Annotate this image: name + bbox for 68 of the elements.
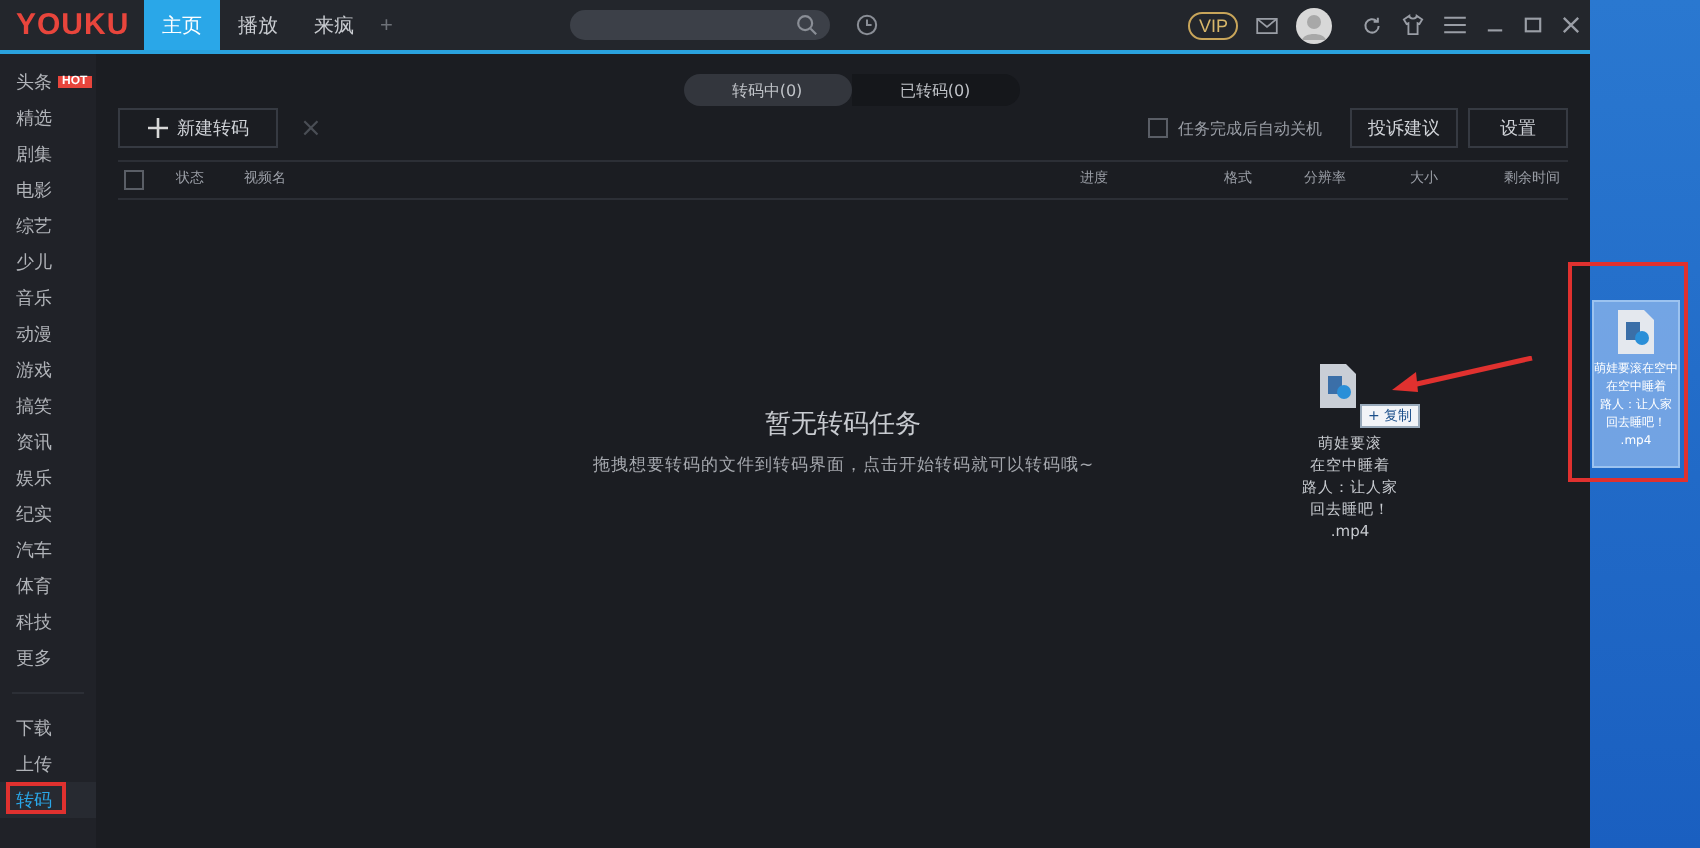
search-field[interactable] (570, 10, 831, 40)
video-file-icon (1618, 310, 1654, 354)
sidebar-item-label: 上传 (16, 753, 52, 777)
sidebar-item[interactable]: 精选 (0, 100, 96, 136)
sidebar-item[interactable]: 汽车 (0, 532, 96, 568)
sidebar-item[interactable]: 游戏 (0, 352, 96, 388)
sidebar-item-label: 动漫 (16, 323, 52, 347)
sidebar-item[interactable]: 搞笑 (0, 388, 96, 424)
sidebar-item-label: 音乐 (16, 287, 52, 311)
sidebar-item[interactable]: 科技 (0, 604, 96, 640)
mail-icon[interactable] (1256, 17, 1278, 33)
plus-icon (147, 118, 167, 138)
nav-tab[interactable]: 来疯 (296, 0, 372, 50)
sidebar-item-label: 头条 (16, 71, 52, 95)
sidebar-item[interactable]: 综艺 (0, 208, 96, 244)
toolbar-button[interactable]: 投诉建议 (1350, 108, 1458, 148)
sidebar-item[interactable]: 剧集 (0, 136, 96, 172)
sidebar-item-label: 转码 (16, 789, 52, 813)
search-icon[interactable] (796, 14, 819, 36)
sidebar-item[interactable]: 纪实 (0, 496, 96, 532)
sidebar-item[interactable]: 少儿 (0, 244, 96, 280)
auto-shutdown-label: 任务完成后自动关机 (1178, 117, 1322, 139)
avatar-icon[interactable] (1296, 7, 1332, 43)
sidebar-item[interactable]: 上传 (0, 746, 96, 782)
segment-tab[interactable]: 已转码(0) (851, 74, 1019, 106)
sidebar-item-label: 剧集 (16, 143, 52, 167)
refresh-icon[interactable] (1362, 15, 1382, 35)
checkbox[interactable] (1148, 118, 1168, 138)
sidebar-item[interactable]: 娱乐 (0, 460, 96, 496)
youku-logo: YOUKU (14, 8, 132, 42)
sidebar-item-label: 汽车 (16, 539, 52, 563)
toolbar-button[interactable]: 设置 (1468, 108, 1568, 148)
sidebar-item-label: 下载 (16, 717, 52, 741)
sidebar-item[interactable]: 电影 (0, 172, 96, 208)
vip-badge[interactable]: VIP (1188, 11, 1238, 39)
sidebar-item-label: 娱乐 (16, 467, 52, 491)
sidebar-item-label: 科技 (16, 611, 52, 635)
close-icon[interactable] (1562, 16, 1580, 34)
empty-title: 暂无转码任务 (765, 408, 921, 442)
select-all-checkbox[interactable] (124, 170, 144, 190)
sidebar-item[interactable]: 资讯 (0, 424, 96, 460)
empty-hint: 拖拽想要转码的文件到转码界面，点击开始转码就可以转码哦~ (592, 454, 1094, 478)
sidebar-item[interactable]: 动漫 (0, 316, 96, 352)
sidebar-item[interactable]: 下载 (0, 710, 96, 746)
sidebar-item-label: 综艺 (16, 215, 52, 239)
history-icon[interactable] (856, 14, 879, 36)
sidebar-item-label: 电影 (16, 179, 52, 203)
sidebar-item-label: 纪实 (16, 503, 52, 527)
sidebar-item-label: 精选 (16, 107, 52, 131)
sidebar-item-label: 体育 (16, 574, 52, 599)
nav-tab[interactable]: 播放 (220, 0, 296, 50)
video-file-icon (1320, 364, 1356, 408)
sidebar-item-label: 少儿 (16, 251, 52, 275)
shirt-icon[interactable] (1402, 14, 1424, 36)
sidebar-item[interactable]: 体育 (0, 568, 96, 604)
sidebar-item[interactable]: 更多 (0, 640, 96, 676)
segment-tab[interactable]: 转码中(0) (683, 74, 851, 106)
maximize-icon[interactable] (1524, 16, 1542, 34)
sidebar-item[interactable]: 音乐 (0, 280, 96, 316)
highlight-frame (6, 782, 66, 814)
arrow-drawing (1392, 356, 1536, 396)
sidebar-item-label: 更多 (16, 647, 52, 671)
sidebar-item-label: 资讯 (16, 431, 52, 455)
menu-icon[interactable] (1444, 16, 1466, 34)
sidebar-item[interactable]: 转码 (0, 782, 96, 818)
sidebar-item-label: 游戏 (16, 359, 52, 383)
sidebar-item-label: 搞笑 (16, 395, 52, 419)
new-transcode-button[interactable]: 新建转码 (118, 108, 278, 148)
